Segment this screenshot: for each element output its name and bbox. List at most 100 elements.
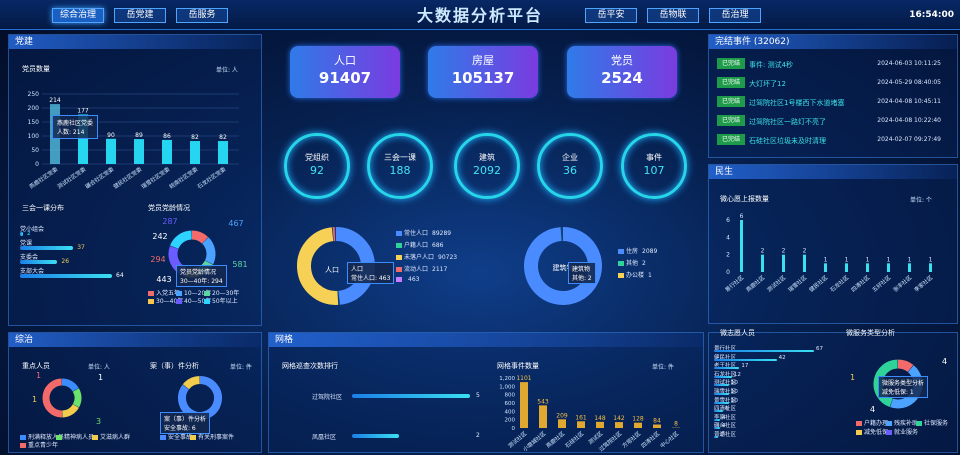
meeting-label-0: 党小组会 [20,226,45,233]
age-val-1: 467 [228,219,243,228]
z1-slice-3 [42,378,63,418]
wg-cat-7: 四清社区 [639,429,661,450]
meeting-value-2: 26 [61,258,70,265]
event-text-1: 大灯坏了12 [749,80,786,88]
tab-pingan[interactable]: 岳平安 [585,8,637,23]
ring-0[interactable]: 党组织 92 [284,133,350,199]
ms-cat-3: 瑞雪社区 [786,273,808,294]
ms-ytick-3: 6 [726,217,730,224]
ms-bar-5 [845,263,848,272]
z1-val-1: 1 [98,373,103,382]
house-legend-value-2: 1 [648,272,652,279]
event-tag-4: 已完结 [717,134,745,145]
svc-legend-swatch-4 [886,430,892,435]
stat-card-1[interactable]: 房屋 105137 [428,46,538,98]
event-row-0[interactable]: 已完结 事件: 测试4秒 2024-06-03 10:11:25 [717,58,953,70]
age-legend-swatch-5 [204,299,210,304]
tab-zonghe[interactable]: 综合治理 [52,8,104,23]
dj-cat-0: 燕鹿社区党委 [28,165,60,191]
event-date-4: 2024-02-07 09:27:49 [877,136,941,143]
ring-value-0: 92 [310,164,324,177]
wg-bar-label-3: 161 [575,414,587,421]
age-tooltip-line2: 30—40年: 294 [180,278,223,285]
dj-cat-6: 石龙社区党委 [196,165,228,191]
age-val-0: 287 [162,217,177,226]
ring-value-2: 2092 [473,164,501,177]
wg-cat-2: 燕鹿社区 [544,429,566,450]
svc-legend-label-1: 残疾补助 [894,420,919,427]
tab-wulian[interactable]: 岳物联 [647,8,699,23]
event-row-1[interactable]: 已完结 大灯坏了12 2024-05-29 08:40:05 [717,77,953,89]
vol-value-2: 17 [741,363,749,370]
zongzhi-title: 综治 [9,333,261,347]
event-tag-2: 已完结 [717,96,745,107]
dangjian-title: 党建 [9,35,261,49]
pop-tip-line1: 人口 [351,266,364,273]
ring-label-1: 三会一课 [384,153,416,162]
svc-val-1: 4 [942,357,947,366]
case-tip-line2: 安全事故: 6 [164,425,196,432]
dj-bar-label-5: 82 [191,134,199,141]
dj-cat-1: 测试社区党委 [56,165,88,191]
tab-zhili[interactable]: 岳治理 [709,8,761,23]
vol-value-7: 6 [724,406,729,413]
case-tooltip: 案（事）件分析 安全事故: 6 [160,412,211,434]
svc-legend-label-0: 户籍办理 [864,420,889,427]
ms-bar-3 [803,254,806,272]
wg-ytick-3: 600 [505,401,516,407]
house-legend-item-2: 办公楼 1 [618,270,652,279]
pop-legend-value-2: 90723 [438,254,458,261]
house-legend-swatch-1 [618,261,624,266]
patrol-value-0: 5 [476,392,480,399]
stat-value-2: 2524 [601,69,643,87]
wg-bar-3 [577,421,585,428]
vol-bar-10 [714,436,718,438]
tab-dangjian[interactable]: 岳党建 [114,8,166,23]
dj-cat-3: 健民社区党委 [112,165,144,191]
dj-bar-label-0: 214 [49,97,61,104]
ring-label-3: 企业 [562,153,578,162]
svc-legend-label-2: 社保服务 [924,420,949,427]
svc-tip-line1: 微服务类型分析 [882,380,925,387]
ring-3[interactable]: 企业 36 [537,133,603,199]
event-date-2: 2024-04-08 10:45:11 [877,98,941,105]
dj-bar-label-4: 86 [163,133,171,140]
stat-card-2[interactable]: 党员 2524 [567,46,677,98]
age-slice-5 [170,230,193,250]
ring-label-2: 建筑 [479,153,495,162]
svc-legend-1: 残疾补助 [886,418,918,427]
house-tip-line1: 建筑物 [572,266,591,273]
z1-val-3: 3 [96,417,101,426]
dj-bar-6 [218,141,228,164]
ms-bar-9 [929,263,932,272]
ms-bar-label-1: 2 [761,248,765,255]
z2-slice-1 [182,376,201,390]
z1-legend-label-2: 艾滋病人群 [100,434,131,441]
dj-ytick-4: 200 [28,105,40,112]
ms-bar-0 [740,220,743,272]
event-tag-3: 已完结 [717,115,745,126]
vol-value-1: 42 [778,354,786,361]
ring-4[interactable]: 事件 107 [621,133,687,199]
ring-2[interactable]: 建筑 2092 [454,133,520,199]
case-tip-line1: 案（事）件分析 [164,416,207,423]
event-tag-0: 已完结 [717,58,745,69]
stat-card-0[interactable]: 人口 91407 [290,46,400,98]
z1-legend-2: 艾滋病人群 [92,432,130,441]
dj-ytick-2: 100 [28,133,40,140]
event-tag-1: 已完结 [717,77,745,88]
age-val-4: 581 [232,260,247,269]
tab-fuwu[interactable]: 岳服务 [176,8,228,23]
event-row-4[interactable]: 已完结 石硅社区垃圾未及时清理 2024-02-07 09:27:49 [717,134,953,146]
service-type-title: 微服务类型分析 [846,329,895,337]
vol-value-9: 4 [721,423,726,430]
event-row-3[interactable]: 已完结 过驾院社区一路灯不亮了 2024-04-08 10:22:40 [717,115,953,127]
ring-1[interactable]: 三会一课 188 [367,133,433,199]
dj-bar-2 [106,138,116,164]
z1-legend-label-3: 重点青少年 [28,442,59,449]
z1-legend-swatch-2 [92,435,98,440]
svc-legend-swatch-3 [856,430,862,435]
wg-bar-label-2: 209 [556,412,568,419]
event-row-2[interactable]: 已完结 过驾院社区1号楼西下水道堵塞 2024-04-08 10:45:11 [717,96,953,108]
stat-label-1: 房屋 [472,54,494,67]
